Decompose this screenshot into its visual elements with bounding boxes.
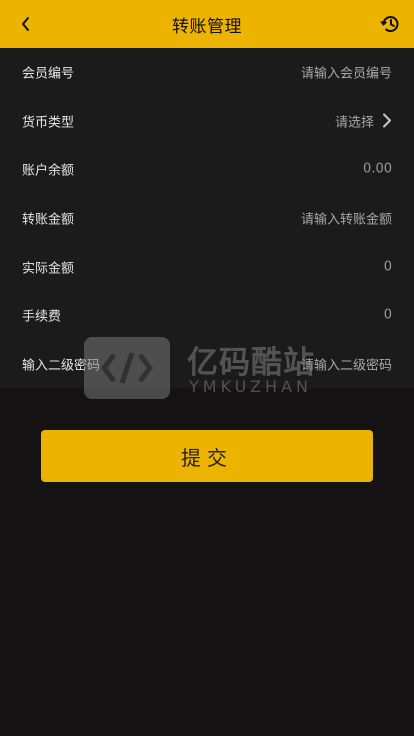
submit-label: 提交 [181, 445, 233, 470]
transfer-amount-label: 转账金额 [22, 212, 75, 228]
back-icon [22, 17, 29, 31]
header-bar: 转账管理 [0, 0, 414, 48]
page-title: 转账管理 [172, 16, 242, 37]
actual-amount-label: 实际金额 [22, 261, 75, 277]
fee-value: 0 [383, 307, 392, 323]
member-id-input[interactable]: 请输入会员编号 [301, 63, 392, 82]
submit-button[interactable]: 提交 [41, 430, 373, 482]
account-balance-label: 账户余额 [22, 163, 75, 179]
member-id-label: 会员编号 [22, 66, 75, 82]
actual-amount-value: 0 [383, 259, 392, 275]
secondary-password-label: 输入二级密码 [22, 358, 101, 374]
back-button[interactable] [14, 12, 38, 36]
fee-label: 手续费 [22, 309, 62, 325]
secondary-password-input[interactable]: 请输入二级密码 [301, 354, 392, 373]
currency-type-select[interactable]: 请选择 [335, 111, 392, 130]
account-balance-value: 0.00 [363, 161, 392, 177]
transfer-amount-row[interactable]: 转账金额 请输入转账金额 [0, 194, 414, 243]
secondary-password-row[interactable]: 输入二级密码 请输入二级密码 [0, 340, 414, 389]
chevron-right-icon [383, 113, 391, 128]
history-button[interactable] [378, 12, 402, 36]
transfer-amount-input[interactable]: 请输入转账金额 [301, 209, 392, 228]
actual-amount-row: 实际金额 0 [0, 242, 414, 291]
history-icon [380, 16, 399, 32]
fee-row: 手续费 0 [0, 291, 414, 340]
transfer-form: 会员编号 请输入会员编号 货币类型 请选择 账户余额 0.00 转账金额 请输入… [0, 48, 414, 388]
currency-type-label: 货币类型 [22, 115, 75, 131]
currency-type-value: 请选择 [334, 115, 374, 131]
member-id-row[interactable]: 会员编号 请输入会员编号 [0, 48, 414, 97]
currency-type-row[interactable]: 货币类型 请选择 [0, 97, 414, 146]
account-balance-row: 账户余额 0.00 [0, 145, 414, 194]
